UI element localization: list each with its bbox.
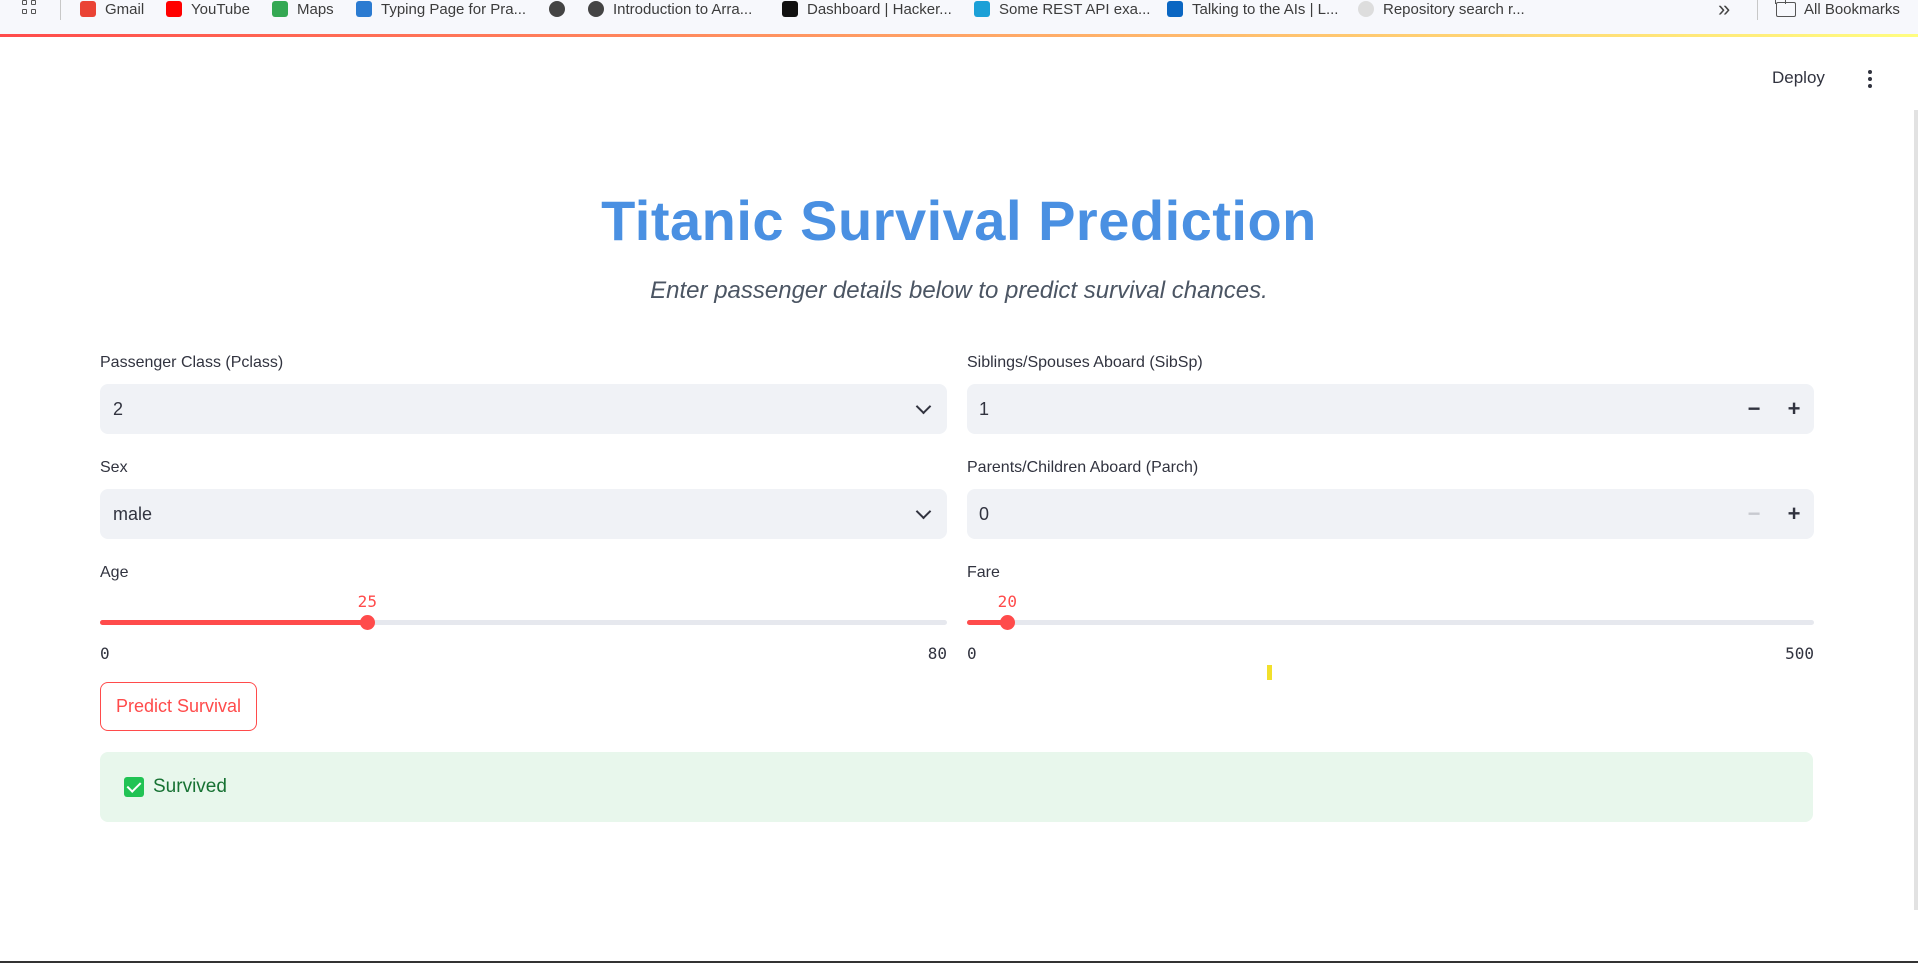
page-title: Titanic Survival Prediction — [601, 189, 1317, 252]
sex-label: Sex — [100, 459, 128, 476]
fare-label: Fare — [967, 564, 1000, 581]
main-menu-icon[interactable] — [1866, 70, 1874, 90]
slider-thumb[interactable] — [360, 615, 376, 630]
github-icon — [1358, 1, 1374, 17]
youtube-icon — [166, 1, 182, 17]
sibsp-value: 1 — [979, 398, 990, 419]
bookmark-item[interactable]: Maps — [272, 0, 334, 18]
bookmark-label: Gmail — [105, 0, 145, 18]
sex-select[interactable]: male — [100, 489, 947, 539]
slider-max: 500 — [1785, 644, 1814, 663]
bookmark-item[interactable]: Repository search r... — [1358, 0, 1525, 18]
slider-min: 0 — [100, 644, 110, 663]
folder-icon — [1775, 0, 1796, 17]
bookmark-item[interactable] — [549, 0, 574, 18]
parch-label: Parents/Children Aboard (Parch) — [967, 459, 1199, 476]
sex-value: male — [113, 503, 153, 524]
slider-max: 80 — [927, 644, 947, 663]
bookmark-item[interactable]: Dashboard | Hacker... — [782, 0, 952, 18]
video-icon — [1167, 1, 1183, 17]
check-icon — [124, 777, 144, 797]
bookmark-item[interactable]: Gmail — [80, 0, 144, 18]
slider-value: 25 — [357, 592, 377, 611]
pclass-value: 2 — [113, 398, 124, 419]
bookmark-label: Dashboard | Hacker... — [807, 0, 952, 18]
parch-value: 0 — [979, 503, 990, 524]
bookmark-label: Repository search r... — [1383, 0, 1525, 18]
prediction-result-alert: Survived — [100, 752, 1813, 822]
result-text: Survived — [153, 776, 227, 797]
bookmark-label: Maps — [297, 0, 334, 18]
slider-min: 0 — [967, 644, 977, 663]
mouse-cursor — [1267, 665, 1272, 680]
slider-track — [967, 620, 1814, 625]
globe-icon — [549, 1, 565, 17]
sibsp-input[interactable]: 1 − + — [967, 384, 1814, 434]
bookmark-label: Some REST API exa... — [999, 0, 1151, 18]
bookmark-label: Introduction to Arra... — [613, 0, 753, 18]
all-bookmarks-label: All Bookmarks — [1804, 0, 1900, 18]
parch-increment-button[interactable]: + — [1774, 489, 1814, 539]
bookmark-label: Talking to the AIs | L... — [1192, 0, 1339, 18]
hackerrank-icon — [782, 1, 798, 17]
bookmark-item[interactable]: YouTube — [166, 0, 250, 18]
bookmarks-divider — [1757, 0, 1758, 20]
gmail-icon — [80, 1, 96, 17]
slider-value: 20 — [997, 592, 1017, 611]
cisco-icon — [974, 1, 990, 17]
age-label: Age — [100, 564, 129, 581]
header-decoration — [0, 34, 1918, 37]
parch-decrement-button[interactable]: − — [1734, 489, 1774, 539]
sibsp-label: Siblings/Spouses Aboard (SibSp) — [967, 354, 1203, 371]
chevron-down-icon — [915, 503, 932, 520]
pclass-select[interactable]: 2 — [100, 384, 947, 434]
chevron-down-icon — [915, 398, 932, 415]
page-subtitle: Enter passenger details below to predict… — [650, 277, 1268, 304]
pclass-label: Passenger Class (Pclass) — [100, 354, 284, 371]
bookmark-item[interactable]: Typing Page for Pra... — [356, 0, 526, 18]
typing-icon — [356, 1, 372, 17]
maps-icon — [272, 1, 288, 17]
age-slider[interactable]: 25 0 80 — [100, 589, 947, 663]
bookmarks-divider — [60, 0, 61, 20]
bookmark-label: YouTube — [191, 0, 250, 18]
deploy-button[interactable]: Deploy — [1772, 68, 1825, 88]
predict-survival-button[interactable]: Predict Survival — [100, 682, 258, 731]
sibsp-decrement-button[interactable]: − — [1734, 384, 1774, 434]
all-bookmarks-button[interactable]: All Bookmarks — [1775, 0, 1900, 18]
fare-slider[interactable]: 20 0 500 — [967, 589, 1814, 663]
parch-input[interactable]: 0 − + — [967, 489, 1814, 539]
bookmark-item[interactable]: Some REST API exa... — [974, 0, 1150, 18]
more-bookmarks-icon[interactable]: » — [1718, 0, 1730, 22]
bookmark-item[interactable]: Introduction to Arra... — [588, 0, 752, 18]
slider-fill — [100, 620, 368, 625]
apps-grid-icon[interactable] — [22, 0, 42, 18]
bookmark-label: Typing Page for Pra... — [381, 0, 527, 18]
bookmarks-bar: Gmail YouTube Maps Typing Page for Pra... In… — [0, 0, 1918, 34]
bookmark-item[interactable]: Talking to the AIs | L... — [1167, 0, 1338, 18]
globe-icon — [588, 1, 604, 17]
sibsp-increment-button[interactable]: + — [1774, 384, 1814, 434]
slider-thumb[interactable] — [1000, 615, 1016, 630]
